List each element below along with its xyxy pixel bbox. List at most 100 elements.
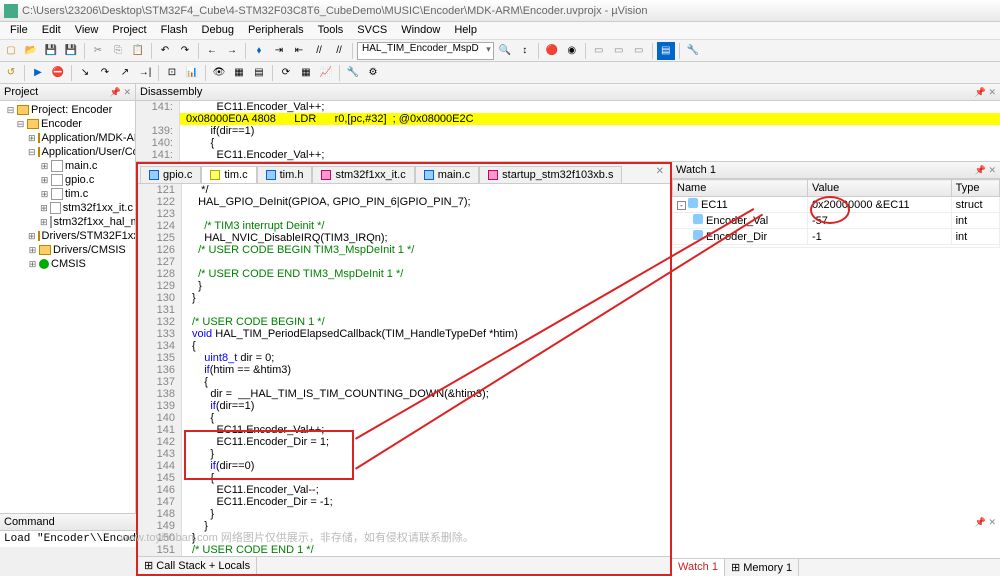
- tab-gpio.c[interactable]: gpio.c: [140, 166, 201, 183]
- menu-window[interactable]: Window: [395, 22, 446, 39]
- watch-table[interactable]: NameValueType-EC110x20000000 &EC11struct…: [672, 179, 1000, 248]
- comment-icon[interactable]: //: [310, 42, 328, 60]
- code-line[interactable]: 132/* USER CODE BEGIN 1 */: [138, 316, 670, 328]
- step-into-icon[interactable]: ↘: [76, 64, 94, 82]
- breakpoint-icon[interactable]: ◉: [563, 42, 581, 60]
- code-line[interactable]: 143 }: [138, 448, 670, 460]
- cut-icon[interactable]: ✂: [89, 42, 107, 60]
- bottom-tab[interactable]: ⊞ Memory 1: [725, 559, 799, 576]
- tree-group[interactable]: ⊞Drivers/STM32F1xx_HA: [2, 229, 133, 243]
- watch-row[interactable]: -EC110x20000000 &EC11struct: [673, 197, 1000, 213]
- outdent-icon[interactable]: ⇤: [290, 42, 308, 60]
- code-line[interactable]: 137 {: [138, 376, 670, 388]
- watch-row[interactable]: Encoder_Val-57int: [673, 213, 1000, 229]
- code-line[interactable]: 127: [138, 256, 670, 268]
- menu-file[interactable]: File: [4, 22, 34, 39]
- tree-target[interactable]: ⊟Encoder: [2, 117, 133, 131]
- tree-file[interactable]: ⊞tim.c: [2, 187, 133, 201]
- undo-icon[interactable]: ↶: [156, 42, 174, 60]
- tools-icon[interactable]: 🔧: [344, 64, 362, 82]
- replace-icon[interactable]: ↕: [516, 42, 534, 60]
- code-line[interactable]: 139 if(dir==1): [138, 400, 670, 412]
- tab-main.c[interactable]: main.c: [415, 166, 479, 183]
- code-line[interactable]: 140 {: [138, 412, 670, 424]
- code-line[interactable]: 134{: [138, 340, 670, 352]
- menu-flash[interactable]: Flash: [155, 22, 194, 39]
- uncomment-icon[interactable]: //: [330, 42, 348, 60]
- code-line[interactable]: 129 }: [138, 280, 670, 292]
- window2-icon[interactable]: ▭: [610, 42, 628, 60]
- tree-group[interactable]: ⊞CMSIS: [2, 257, 133, 271]
- tab-startup_stm32f103xb.s[interactable]: startup_stm32f103xb.s: [479, 166, 622, 183]
- tab-tim.h[interactable]: tim.h: [257, 166, 313, 183]
- code-line[interactable]: 138 dir = __HAL_TIM_IS_TIM_COUNTING_DOWN…: [138, 388, 670, 400]
- code-line[interactable]: 124 /* TIM3 interrupt Deinit */: [138, 220, 670, 232]
- nav-back-icon[interactable]: ←: [203, 42, 221, 60]
- watch-col[interactable]: Name: [673, 180, 808, 197]
- serial-icon[interactable]: ⊡: [163, 64, 181, 82]
- save-all-icon[interactable]: 💾: [62, 42, 80, 60]
- code-line[interactable]: 148 }: [138, 508, 670, 520]
- watch-row[interactable]: Encoder_Dir-1int: [673, 229, 1000, 245]
- perf-icon[interactable]: 📈: [317, 64, 335, 82]
- stop-icon[interactable]: ⛔: [49, 64, 67, 82]
- find-combo[interactable]: HAL_TIM_Encoder_MspD: [357, 42, 494, 60]
- tab-close-icon[interactable]: ✕: [652, 166, 668, 183]
- nav-fwd-icon[interactable]: →: [223, 42, 241, 60]
- code-line[interactable]: 136 if(htim == &htim3): [138, 364, 670, 376]
- menu-peripherals[interactable]: Peripherals: [242, 22, 310, 39]
- menu-view[interactable]: View: [69, 22, 105, 39]
- code-line[interactable]: 147 EC11.Encoder_Dir = -1;: [138, 496, 670, 508]
- code-line[interactable]: 121 */: [138, 184, 670, 196]
- tree-file[interactable]: ⊞stm32f1xx_hal_msp: [2, 215, 133, 229]
- memory-icon[interactable]: ▦: [230, 64, 248, 82]
- tree-file[interactable]: ⊞main.c: [2, 159, 133, 173]
- bottom-tab[interactable]: Watch 1: [672, 559, 725, 576]
- menu-tools[interactable]: Tools: [312, 22, 350, 39]
- save-icon[interactable]: 💾: [42, 42, 60, 60]
- tree-group[interactable]: ⊞Drivers/CMSIS: [2, 243, 133, 257]
- tree-root[interactable]: ⊟Project: Encoder: [2, 103, 133, 117]
- code-line[interactable]: 141 EC11.Encoder_Val++;: [138, 424, 670, 436]
- window-icon[interactable]: ▭: [590, 42, 608, 60]
- code-line[interactable]: 130}: [138, 292, 670, 304]
- code-line[interactable]: 126 /* USER CODE BEGIN TIM3_MspDeInit 1 …: [138, 244, 670, 256]
- run-icon[interactable]: ▶: [29, 64, 47, 82]
- menu-project[interactable]: Project: [106, 22, 152, 39]
- new-icon[interactable]: ▢: [2, 42, 20, 60]
- project-tree[interactable]: ⊟Project: Encoder⊟Encoder⊞Application/MD…: [0, 101, 135, 513]
- panel-close-icon[interactable]: 📌 ✕: [975, 165, 996, 176]
- step-out-icon[interactable]: ↗: [116, 64, 134, 82]
- tree-group[interactable]: ⊟Application/User/Core: [2, 145, 133, 159]
- tree-file[interactable]: ⊞stm32f1xx_it.c: [2, 201, 133, 215]
- redo-icon[interactable]: ↷: [176, 42, 194, 60]
- code-line[interactable]: 122 HAL_GPIO_DeInit(GPIOA, GPIO_PIN_6|GP…: [138, 196, 670, 208]
- tab-tim.c[interactable]: tim.c: [201, 166, 256, 183]
- config-icon[interactable]: ▤: [657, 42, 675, 60]
- menu-svcs[interactable]: SVCS: [351, 22, 393, 39]
- register-icon[interactable]: ▤: [250, 64, 268, 82]
- code-line[interactable]: 145 {: [138, 472, 670, 484]
- code-line[interactable]: 128 /* USER CODE END TIM3_MspDeInit 1 */: [138, 268, 670, 280]
- find-icon[interactable]: 🔍: [496, 42, 514, 60]
- menu-help[interactable]: Help: [448, 22, 483, 39]
- window3-icon[interactable]: ▭: [630, 42, 648, 60]
- panel-pin-icon[interactable]: 📌 ✕: [110, 87, 131, 98]
- analysis-icon[interactable]: 📊: [183, 64, 201, 82]
- paste-icon[interactable]: 📋: [129, 42, 147, 60]
- code-line[interactable]: 146 EC11.Encoder_Val--;: [138, 484, 670, 496]
- coverage-icon[interactable]: ▦: [297, 64, 315, 82]
- trace-icon[interactable]: ⟳: [277, 64, 295, 82]
- menu-edit[interactable]: Edit: [36, 22, 67, 39]
- code-line[interactable]: 135 uint8_t dir = 0;: [138, 352, 670, 364]
- step-over-icon[interactable]: ↷: [96, 64, 114, 82]
- code-line[interactable]: 123: [138, 208, 670, 220]
- code-line[interactable]: 144 if(dir==0): [138, 460, 670, 472]
- tool-icon[interactable]: 🔧: [684, 42, 702, 60]
- tree-file[interactable]: ⊞gpio.c: [2, 173, 133, 187]
- watch-icon[interactable]: 👁: [210, 64, 228, 82]
- watch-col[interactable]: Value: [807, 180, 951, 197]
- code-line[interactable]: 125 HAL_NVIC_DisableIRQ(TIM3_IRQn);: [138, 232, 670, 244]
- panel-close-icon[interactable]: 📌 ✕: [975, 87, 996, 98]
- debug-icon[interactable]: 🔴: [543, 42, 561, 60]
